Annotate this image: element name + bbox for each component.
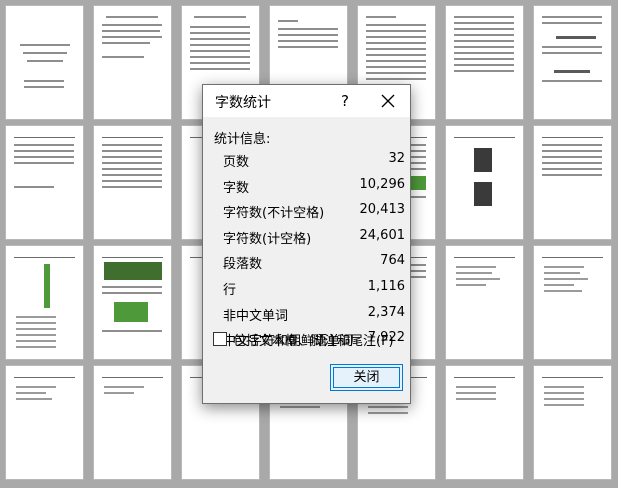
dialog-titlebar[interactable]: 字数统计 ?: [203, 85, 410, 117]
stat-label: 行: [223, 282, 237, 298]
page-thumbnail[interactable]: [6, 126, 83, 239]
include-textboxes-option[interactable]: 包括文本框、脚注和尾注(F): [213, 331, 394, 349]
stat-row-chars-no-spaces: 字符数(不计空格) 20,413: [223, 202, 405, 228]
stat-label: 页数: [223, 155, 250, 170]
stat-row-words: 字数 10,296: [223, 177, 405, 203]
page-thumbnail[interactable]: [446, 6, 523, 119]
page-thumbnail[interactable]: [446, 366, 523, 479]
page-thumbnail[interactable]: [94, 246, 171, 359]
page-thumbnail[interactable]: [6, 366, 83, 479]
stat-value: 10,296: [359, 176, 406, 192]
stat-label: 字符数(计空格): [223, 231, 312, 247]
stat-row-lines: 行 1,116: [223, 279, 405, 305]
page-thumbnail[interactable]: [94, 366, 171, 479]
page-thumbnail[interactable]: [6, 246, 83, 359]
stat-row-non-chinese-words: 非中文单词 2,374: [223, 305, 405, 331]
page-thumbnail[interactable]: [94, 6, 171, 119]
page-thumbnail[interactable]: [6, 6, 83, 119]
page-thumbnail[interactable]: [94, 126, 171, 239]
stat-row-paragraphs: 段落数 764: [223, 253, 405, 279]
page-thumbnail[interactable]: [446, 246, 523, 359]
page-thumbnail[interactable]: [446, 126, 523, 239]
stat-value: 32: [388, 151, 405, 166]
stat-value: 20,413: [359, 202, 406, 218]
close-icon[interactable]: [375, 89, 401, 113]
page-thumbnail[interactable]: [534, 6, 611, 119]
stat-label: 字数: [223, 180, 250, 196]
stat-label: 字符数(不计空格): [223, 206, 325, 222]
word-count-dialog: 字数统计 ? 统计信息: 页数 32 字数 10,296 字符数(不计空格) 2…: [202, 84, 411, 404]
stat-value: 764: [380, 253, 405, 269]
stat-value: 2,374: [367, 304, 405, 320]
stat-label: 段落数: [223, 257, 263, 273]
stat-label: 非中文单词: [223, 308, 289, 324]
include-textboxes-label: 包括文本框、脚注和尾注(F): [233, 333, 394, 349]
statistics-list: 页数 32 字数 10,296 字符数(不计空格) 20,413 字符数(计空格…: [223, 151, 405, 356]
page-thumbnail[interactable]: [534, 126, 611, 239]
stat-row-pages: 页数 32: [223, 151, 405, 177]
help-button[interactable]: ?: [333, 89, 357, 113]
stat-row-chars-with-spaces: 字符数(计空格) 24,601: [223, 228, 405, 254]
page-thumbnail[interactable]: [534, 246, 611, 359]
dialog-title: 字数统计: [215, 95, 271, 111]
statistics-label: 统计信息:: [214, 132, 271, 147]
close-button[interactable]: 关闭: [330, 364, 403, 391]
stat-value: 1,116: [367, 278, 405, 294]
stat-value: 24,601: [359, 227, 406, 243]
page-thumbnail[interactable]: [534, 366, 611, 479]
include-textboxes-checkbox[interactable]: [213, 332, 227, 346]
